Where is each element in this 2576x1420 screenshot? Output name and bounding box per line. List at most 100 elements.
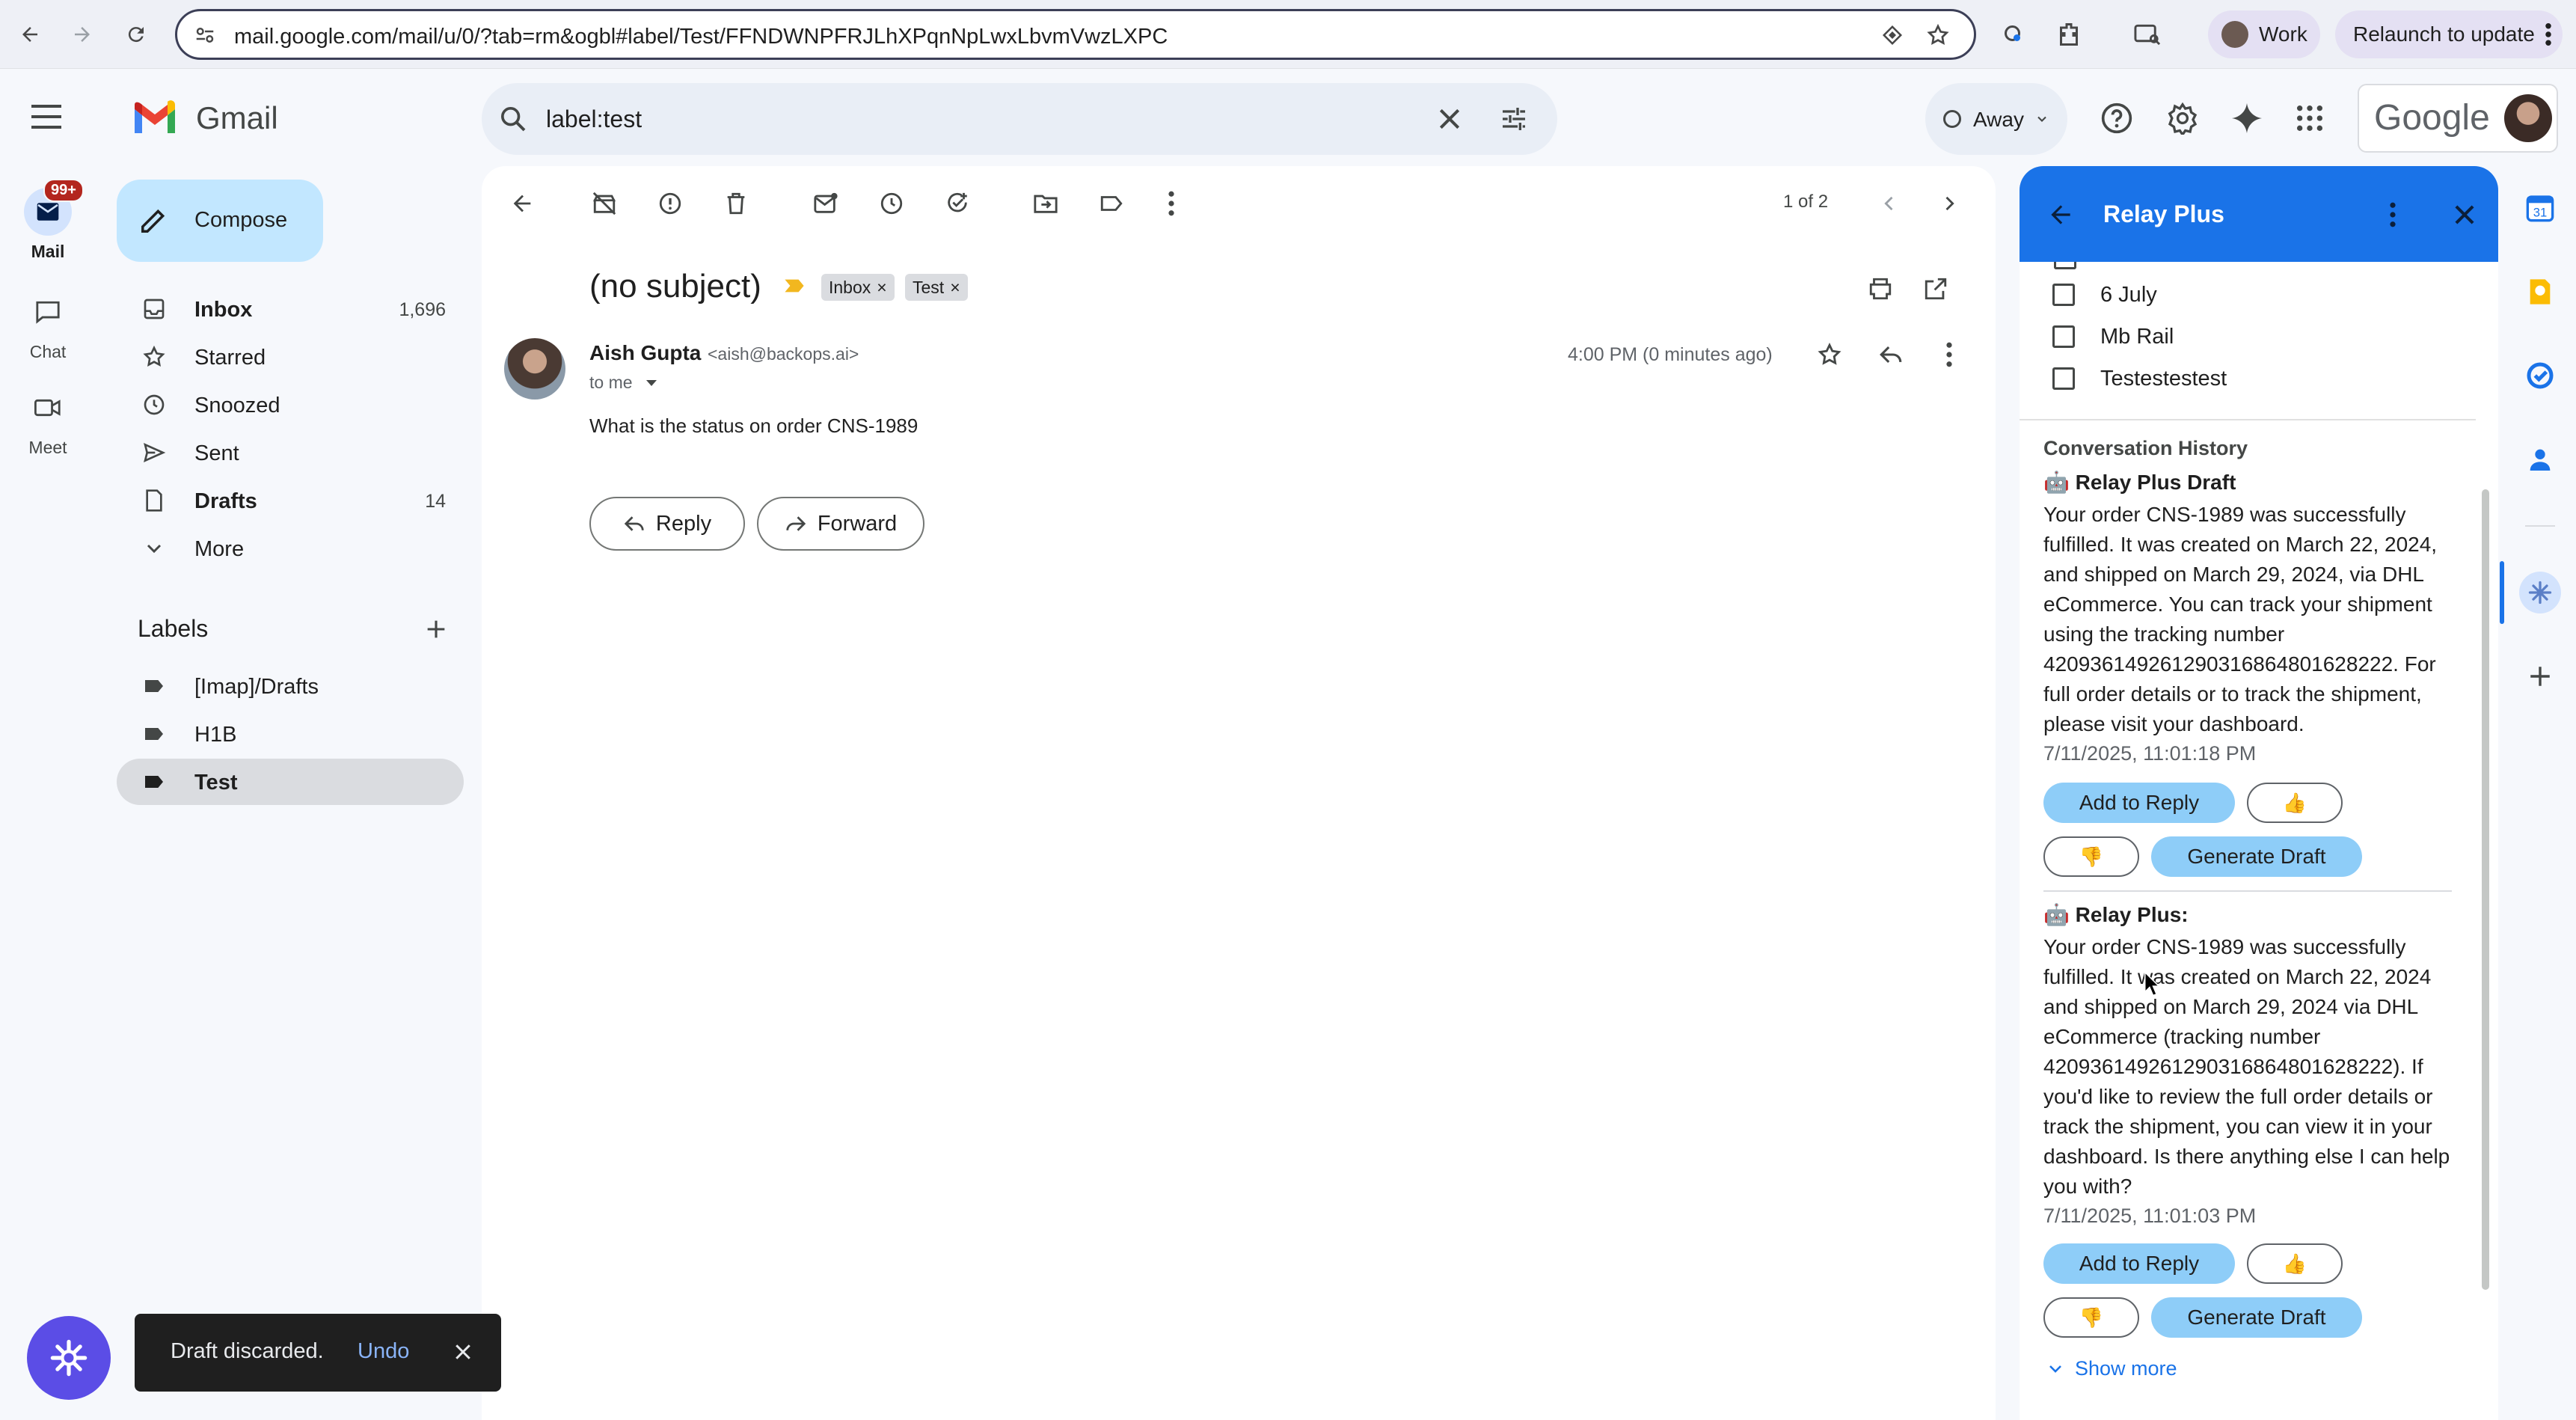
extensions-puzzle-icon[interactable] xyxy=(2055,21,2082,48)
relay-addon-icon[interactable] xyxy=(2519,572,2561,613)
importance-marker-icon[interactable] xyxy=(784,278,805,293)
checkbox-row[interactable]: Mb Rail xyxy=(2052,322,2174,352)
sidebar-label-h1b[interactable]: H1B xyxy=(117,711,464,757)
move-to-folder-icon[interactable] xyxy=(1028,186,1064,221)
report-spam-icon[interactable] xyxy=(652,186,688,221)
rail-meet[interactable]: Meet xyxy=(0,384,96,458)
calendar-addon-icon[interactable]: 31 xyxy=(2519,187,2561,229)
bookmark-star-icon[interactable] xyxy=(1926,23,1950,47)
forward-button[interactable]: Forward xyxy=(757,497,924,551)
panel-close-icon[interactable] xyxy=(2450,201,2479,229)
sidebar-item-snoozed[interactable]: Snoozed xyxy=(117,382,464,428)
partial-checkbox[interactable] xyxy=(2054,262,2076,269)
show-more-link[interactable]: Show more xyxy=(2046,1357,2177,1380)
rail-chat[interactable]: Chat xyxy=(0,288,96,362)
archive-off-icon[interactable] xyxy=(586,186,622,221)
keep-addon-icon[interactable] xyxy=(2519,271,2561,313)
search-input[interactable]: label:test xyxy=(546,105,642,133)
label-icon[interactable] xyxy=(1094,186,1129,221)
sidebar-label-imap-drafts[interactable]: [Imap]/Drafts xyxy=(117,663,464,709)
sidebar-label-test[interactable]: Test xyxy=(117,759,464,805)
relay-launcher-button[interactable] xyxy=(27,1316,111,1400)
panel-back-icon[interactable] xyxy=(2046,201,2075,229)
sender-avatar[interactable] xyxy=(504,338,565,400)
history-entry-title: 🤖 Relay Plus: xyxy=(2043,902,2189,927)
inbox-icon xyxy=(142,297,166,321)
account-avatar[interactable] xyxy=(2504,94,2552,142)
sidebar-item-inbox[interactable]: Inbox 1,696 xyxy=(117,286,464,332)
sidebar-item-starred[interactable]: Starred xyxy=(117,334,464,380)
reply-button[interactable]: Reply xyxy=(589,497,745,551)
tasks-addon-icon[interactable] xyxy=(2519,355,2561,397)
older-chevron-icon[interactable] xyxy=(1931,186,1967,221)
sidebar-item-drafts[interactable]: Drafts 14 xyxy=(117,477,464,524)
contacts-addon-icon[interactable] xyxy=(2519,438,2561,480)
toast-close-icon[interactable] xyxy=(452,1341,474,1363)
newer-chevron-icon[interactable] xyxy=(1871,186,1907,221)
mark-unread-icon[interactable] xyxy=(808,186,844,221)
status-away-button[interactable]: Away xyxy=(1925,83,2067,155)
lens-extension-icon[interactable] xyxy=(2000,21,2027,48)
checkbox[interactable] xyxy=(2052,367,2075,390)
remove-label-icon[interactable]: × xyxy=(877,278,886,297)
checkbox-row[interactable]: 6 July xyxy=(2052,280,2157,310)
checkbox-row[interactable]: Testestestest xyxy=(2052,364,2227,394)
star-email-icon[interactable] xyxy=(1812,337,1847,373)
site-settings-icon[interactable] xyxy=(194,24,216,46)
clear-search-icon[interactable] xyxy=(1435,104,1465,134)
compose-button[interactable]: Compose xyxy=(117,180,323,262)
sidebar-item-sent[interactable]: Sent xyxy=(117,429,464,476)
gemini-sparkle-icon[interactable] xyxy=(2230,102,2263,135)
panel-scrollbar[interactable] xyxy=(2482,489,2489,1290)
address-bar[interactable]: mail.google.com/mail/u/0/?tab=rm&ogbl#la… xyxy=(175,9,1976,60)
search-icon[interactable] xyxy=(498,104,528,134)
snooze-clock-icon[interactable] xyxy=(874,186,910,221)
sidebar-item-more[interactable]: More xyxy=(117,525,464,572)
settings-gear-icon[interactable] xyxy=(2166,102,2199,135)
add-label-icon[interactable] xyxy=(423,616,449,642)
body-line: Your order CNS-1989 was successfully xyxy=(2043,503,2406,526)
reload-icon[interactable] xyxy=(118,16,154,52)
generate-draft-button[interactable]: Generate Draft xyxy=(2151,1297,2362,1338)
delete-trash-icon[interactable] xyxy=(718,186,754,221)
remove-label-icon[interactable]: × xyxy=(950,278,960,297)
help-icon[interactable] xyxy=(2100,102,2133,135)
generate-draft-button[interactable]: Generate Draft xyxy=(2151,836,2362,877)
open-new-window-icon[interactable] xyxy=(1918,271,1954,307)
checkbox[interactable] xyxy=(2052,325,2075,348)
history-heading: Conversation History xyxy=(2043,437,2248,459)
back-to-list-icon[interactable] xyxy=(504,186,540,221)
sender-email: <aish@backops.ai> xyxy=(708,344,859,364)
thumbs-down-button[interactable]: 👎 xyxy=(2043,836,2139,877)
reply-arrow-icon[interactable] xyxy=(1873,337,1909,373)
cast-search-icon[interactable] xyxy=(2133,21,2162,48)
panel-more-icon[interactable] xyxy=(2389,202,2396,227)
thumbs-down-button[interactable]: 👎 xyxy=(2043,1297,2139,1338)
search-bar[interactable]: label:test xyxy=(482,83,1557,155)
more-vert-icon[interactable] xyxy=(1153,186,1189,221)
forward-icon[interactable] xyxy=(64,16,100,52)
checkbox[interactable] xyxy=(2052,284,2075,306)
add-task-icon[interactable] xyxy=(939,186,975,221)
relaunch-button[interactable]: Relaunch to update xyxy=(2335,10,2563,58)
print-icon[interactable] xyxy=(1862,271,1898,307)
add-to-reply-button[interactable]: Add to Reply xyxy=(2043,783,2235,823)
thumbs-up-button[interactable]: 👍 xyxy=(2247,783,2343,823)
message-more-icon[interactable] xyxy=(1931,337,1967,373)
back-icon[interactable] xyxy=(12,16,48,52)
add-to-reply-button[interactable]: Add to Reply xyxy=(2043,1243,2235,1284)
undo-button[interactable]: Undo xyxy=(358,1339,409,1364)
gmail-logo-icon[interactable] xyxy=(132,99,178,135)
sender-name[interactable]: Aish Gupta xyxy=(589,341,701,365)
profile-chip[interactable]: Work xyxy=(2208,10,2320,58)
google-account-switcher[interactable]: Google xyxy=(2358,84,2558,153)
extension-diamond-icon[interactable] xyxy=(1881,24,1904,46)
search-options-icon[interactable] xyxy=(1499,104,1529,134)
thumbs-up-button[interactable]: 👍 xyxy=(2247,1243,2343,1284)
show-more-label: Show more xyxy=(2075,1357,2177,1380)
apps-grid-icon[interactable] xyxy=(2295,103,2325,133)
rail-mail[interactable]: 99+ Mail xyxy=(0,179,96,262)
get-addons-plus-icon[interactable] xyxy=(2519,655,2561,697)
labels-heading: Labels xyxy=(138,615,209,642)
details-dropdown-icon[interactable] xyxy=(643,377,660,389)
